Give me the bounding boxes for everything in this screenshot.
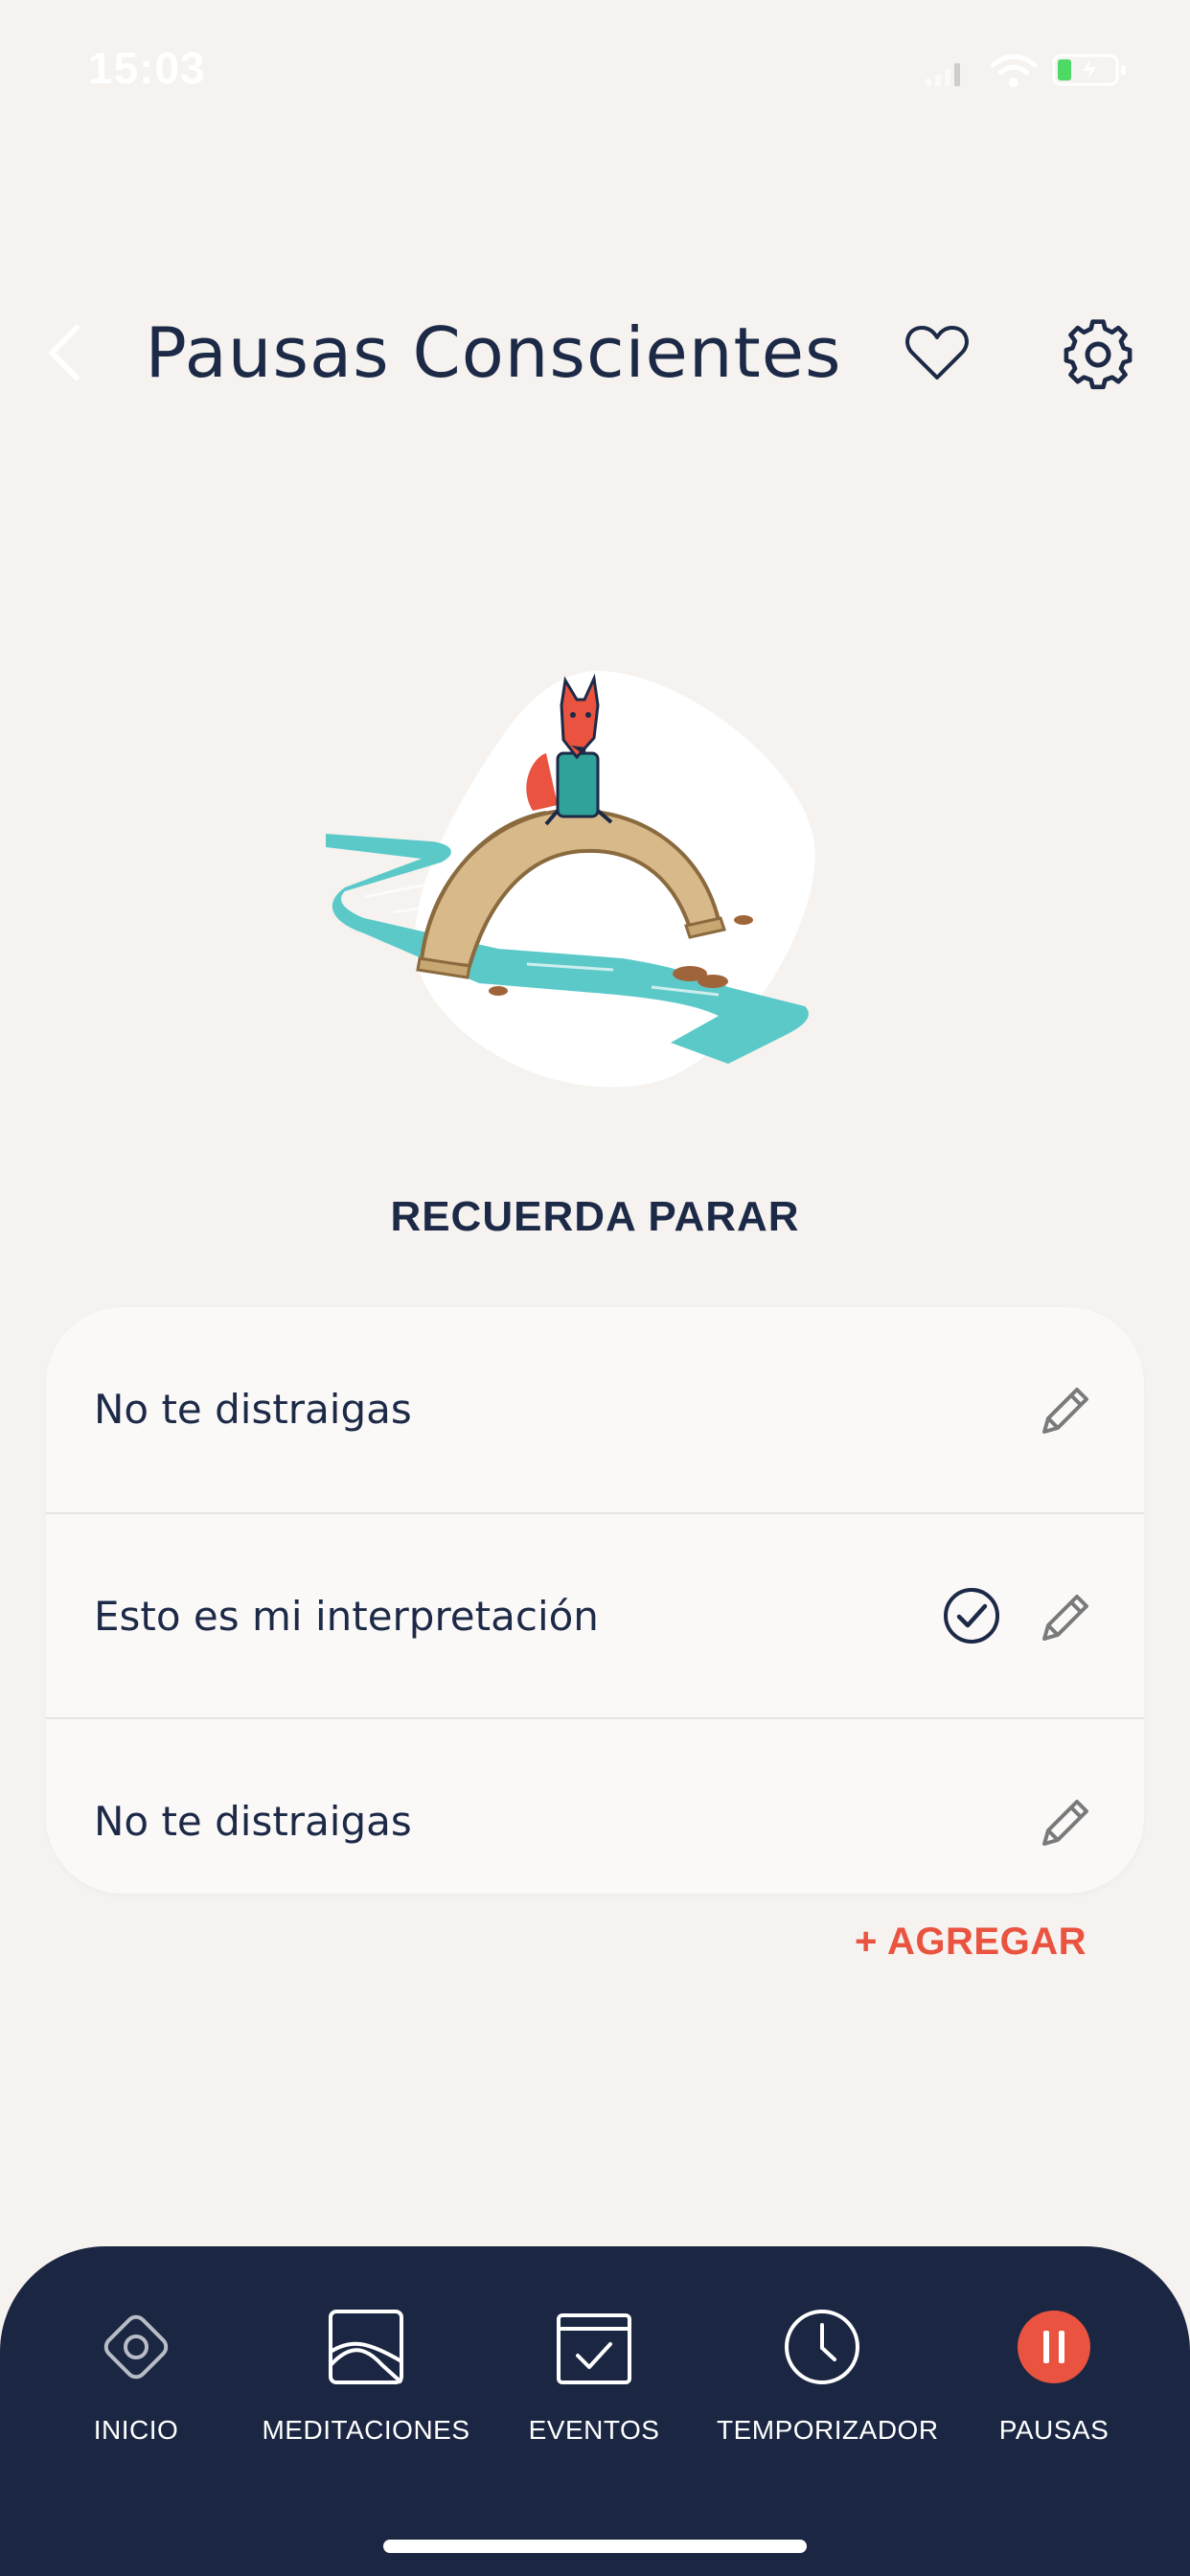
tab-label: TEMPORIZADOR xyxy=(717,2415,939,2445)
heart-icon xyxy=(905,326,969,380)
list-item[interactable]: No te distraigas xyxy=(46,1717,1144,1894)
edit-button[interactable] xyxy=(1037,1794,1094,1852)
edit-button[interactable] xyxy=(1037,1589,1094,1646)
home-indicator xyxy=(383,2540,807,2553)
list-item[interactable]: No te distraigas xyxy=(46,1307,1144,1512)
reminders-list: No te distraigas Esto es mi interpretaci… xyxy=(46,1307,1144,1894)
clock-icon xyxy=(785,2310,859,2384)
tab-pausas[interactable]: PAUSAS xyxy=(977,2304,1131,2457)
gear-icon xyxy=(1064,319,1133,390)
eye-diamond-icon xyxy=(103,2314,169,2380)
pencil-icon xyxy=(1042,1800,1088,1846)
status-icons xyxy=(926,54,1126,87)
page-title: Pausas Conscientes xyxy=(145,312,842,393)
header: Pausas Conscientes xyxy=(0,288,1190,422)
tab-label: INICIO xyxy=(93,2415,179,2445)
pencil-icon xyxy=(1042,1388,1088,1434)
add-button[interactable]: + AGREGAR xyxy=(855,1920,1087,1964)
bottom-nav: INICIO MEDITACIONES EVENTOS TEMPORIZADOR… xyxy=(0,2246,1190,2576)
tab-eventos[interactable]: EVENTOS xyxy=(517,2304,671,2457)
signal-icon xyxy=(926,63,960,86)
section-title: RECUERDA PARAR xyxy=(390,1193,800,1240)
check-circle-icon[interactable] xyxy=(941,1585,1002,1646)
tab-inicio[interactable]: INICIO xyxy=(59,2304,213,2457)
edit-button[interactable] xyxy=(1037,1382,1094,1439)
reminder-label: No te distraigas xyxy=(94,1386,412,1433)
calendar-check-icon xyxy=(557,2313,631,2384)
tab-temporizador[interactable]: TEMPORIZADOR xyxy=(717,2304,939,2457)
image-icon xyxy=(329,2310,403,2384)
battery-icon xyxy=(1052,54,1126,86)
status-bar: 15:03 xyxy=(0,0,1190,144)
fox-on-bridge-illustration xyxy=(326,670,815,1088)
reminder-label: No te distraigas xyxy=(94,1798,412,1845)
wifi-icon xyxy=(990,54,1038,87)
reminder-label: Esto es mi interpretación xyxy=(94,1593,599,1640)
pencil-icon xyxy=(1042,1595,1088,1641)
list-item[interactable]: Esto es mi interpretación xyxy=(46,1512,1144,1717)
tab-meditaciones[interactable]: MEDITACIONES xyxy=(261,2304,471,2457)
status-time: 15:03 xyxy=(88,43,206,93)
tab-label: PAUSAS xyxy=(998,2415,1110,2445)
favorite-button[interactable] xyxy=(904,322,970,383)
pause-icon xyxy=(1018,2311,1090,2383)
settings-button[interactable] xyxy=(1062,318,1134,391)
tab-label: EVENTOS xyxy=(528,2415,660,2445)
tab-label: MEDITACIONES xyxy=(262,2415,470,2445)
